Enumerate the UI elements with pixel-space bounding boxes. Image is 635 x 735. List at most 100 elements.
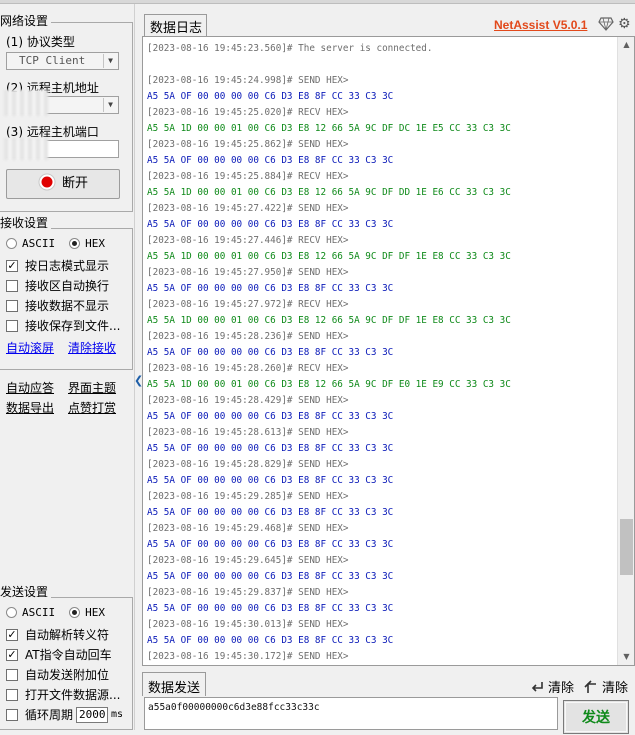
log-line-send: A5 5A OF 00 00 00 00 C6 D3 E8 8F CC 33 C… [147, 91, 394, 102]
log-line-recv: A5 5A 1D 00 00 01 00 C6 D3 E8 12 66 5A 9… [147, 315, 511, 326]
log-line-send: A5 5A OF 00 00 00 00 C6 D3 E8 8F CC 33 C… [147, 539, 394, 550]
log-line-send: A5 5A OF 00 00 00 00 C6 D3 E8 8F CC 33 C… [147, 603, 394, 614]
log-line-recv: A5 5A 1D 00 00 01 00 C6 D3 E8 12 66 5A 9… [147, 251, 511, 262]
auto-scroll-link[interactable]: 自动滚屏 [6, 339, 54, 356]
save-to-file-checkbox[interactable] [6, 319, 18, 332]
save-to-file-option[interactable]: 接收保存到文件... [6, 317, 120, 334]
log-mode-option[interactable]: ✓ 按日志模式显示 [6, 257, 109, 274]
receive-encoding-group: ASCII HEX [6, 237, 119, 250]
log-line-meta: [2023-08-16 19:45:29.645]# SEND HEX> [147, 555, 349, 566]
like-tip-link[interactable]: 点赞打赏 [68, 399, 116, 416]
ui-theme-link[interactable]: 界面主题 [68, 379, 116, 396]
log-line-meta: [2023-08-16 19:45:29.468]# SEND HEX> [147, 523, 349, 534]
clear-history-label: 清除 [602, 681, 629, 696]
log-line-recv: A5 5A 1D 00 00 01 00 C6 D3 E8 12 66 5A 9… [147, 187, 511, 198]
cycle-period-input[interactable]: 2000 [76, 706, 109, 723]
send-ascii-radio[interactable] [6, 607, 17, 618]
receive-hex-label: HEX [85, 237, 105, 250]
log-line-send: A5 5A OF 00 00 00 00 C6 D3 E8 8F CC 33 C… [147, 347, 394, 358]
receive-hex-radio[interactable] [69, 238, 81, 249]
log-line-meta: [2023-08-16 19:45:30.172]# SEND HEX> [147, 651, 349, 662]
gear-icon[interactable]: ⚙ [618, 16, 631, 32]
panel-splitter[interactable] [134, 4, 142, 730]
at-auto-crlf-checkbox[interactable]: ✓ [6, 648, 18, 661]
auto-wrap-checkbox[interactable] [6, 279, 18, 292]
disconnect-label: 断开 [61, 176, 88, 191]
data-export-link[interactable]: 数据导出 [6, 399, 54, 416]
right-panel: 数据日志 NetAssist V5.0.1 ⚙ [2023-08-16 19:4… [142, 4, 635, 734]
send-input[interactable]: a55a0f00000000c6d3e88fcc33c33c [144, 697, 558, 730]
log-line-meta: [2023-08-16 19:45:25.884]# RECV HEX> [147, 171, 349, 182]
log-line-meta: [2023-08-16 19:45:28.260]# RECV HEX> [147, 363, 349, 374]
return-arrow-icon [531, 682, 543, 692]
disconnect-button[interactable]: 断开 [6, 169, 120, 199]
log-line-send: A5 5A OF 00 00 00 00 C6 D3 E8 8F CC 33 C… [147, 475, 394, 486]
remote-host-redacted [4, 90, 48, 116]
log-line-meta: [2023-08-16 19:45:28.236]# SEND HEX> [147, 331, 349, 342]
log-line-send: A5 5A OF 00 00 00 00 C6 D3 E8 8F CC 33 C… [147, 571, 394, 582]
protocol-label: (1) 协议类型 [6, 35, 75, 49]
log-line-send: A5 5A OF 00 00 00 00 C6 D3 E8 8F CC 33 C… [147, 635, 394, 646]
log-line-meta: [2023-08-16 19:45:28.429]# SEND HEX> [147, 395, 349, 406]
cycle-period-unit: ms [111, 709, 124, 720]
auto-append-label: 自动发送附加位 [25, 668, 110, 682]
auto-wrap-option[interactable]: 接收区自动换行 [6, 277, 109, 294]
open-file-source-option[interactable]: 打开文件数据源... [6, 686, 120, 703]
receive-ascii-radio[interactable] [6, 238, 17, 249]
clear-receive-link[interactable]: 清除接收 [68, 339, 116, 356]
auto-append-checkbox[interactable] [6, 668, 18, 681]
record-icon [38, 173, 56, 191]
parse-escape-label: 自动解析转义符 [25, 628, 110, 642]
brand-link[interactable]: NetAssist V5.0.1 [494, 18, 587, 32]
tab-data-send[interactable]: 数据发送 [142, 672, 207, 696]
log-line-meta: [2023-08-16 19:45:27.446]# RECV HEX> [147, 235, 349, 246]
log-line-meta: [2023-08-16 19:45:25.020]# RECV HEX> [147, 107, 349, 118]
log-line-meta: [2023-08-16 19:45:28.613]# SEND HEX> [147, 427, 349, 438]
left-panel: 网络设置 (1) 协议类型 TCP Client ▼ (2) 远程主机地址 ▼ … [0, 4, 134, 730]
undo-arrow-icon [584, 680, 596, 693]
log-line-send: A5 5A OF 00 00 00 00 C6 D3 E8 8F CC 33 C… [147, 507, 394, 518]
send-header: 数据发送 清除 清除 [142, 669, 635, 697]
log-line-meta: [2023-08-16 19:45:29.837]# SEND HEX> [147, 587, 349, 598]
log-mode-checkbox[interactable]: ✓ [6, 259, 18, 272]
open-file-source-checkbox[interactable] [6, 688, 18, 701]
send-encoding-group: ASCII HEX [6, 606, 119, 619]
log-line-meta: [2023-08-16 19:45:24.998]# SEND HEX> [147, 75, 349, 86]
protocol-select[interactable]: TCP Client ▼ [6, 52, 119, 70]
parse-escape-checkbox[interactable]: ✓ [6, 628, 18, 641]
cycle-period-label: 循环周期 [25, 708, 74, 722]
at-auto-crlf-option[interactable]: ✓ AT指令自动回车 [6, 646, 112, 663]
hide-received-label: 接收数据不显示 [25, 299, 110, 313]
parse-escape-option[interactable]: ✓ 自动解析转义符 [6, 626, 109, 643]
scroll-down-icon[interactable]: ▼ [618, 649, 634, 665]
cycle-period-option[interactable]: 循环周期 2000 ms [6, 706, 123, 723]
clear-send-label: 清除 [548, 681, 575, 696]
log-mode-label: 按日志模式显示 [25, 259, 110, 273]
tab-data-log[interactable]: 数据日志 [144, 14, 208, 36]
log-line-send: A5 5A OF 00 00 00 00 C6 D3 E8 8F CC 33 C… [147, 155, 394, 166]
chevron-left-icon[interactable]: ❮ [134, 374, 143, 387]
hide-received-option[interactable]: 接收数据不显示 [6, 297, 109, 314]
chevron-down-icon: ▼ [103, 98, 117, 112]
send-hex-radio[interactable] [69, 607, 81, 618]
auto-reply-link[interactable]: 自动应答 [6, 379, 54, 396]
log-line-recv: A5 5A 1D 00 00 01 00 C6 D3 E8 12 66 5A 9… [147, 379, 511, 390]
log-scrollbar[interactable]: ▲ ▼ [617, 37, 634, 665]
log-line-meta: [2023-08-16 19:45:29.285]# SEND HEX> [147, 491, 349, 502]
clear-send-tool[interactable]: 清除 [530, 677, 574, 696]
cycle-period-checkbox[interactable] [6, 708, 18, 721]
scroll-up-icon[interactable]: ▲ [618, 37, 634, 53]
send-button[interactable]: 发送 [563, 700, 629, 734]
receive-ascii-label: ASCII [22, 237, 56, 250]
clear-history-tool[interactable]: 清除 [584, 677, 628, 696]
log-line-meta: [2023-08-16 19:45:25.862]# SEND HEX> [147, 139, 349, 150]
auto-append-option[interactable]: 自动发送附加位 [6, 666, 109, 683]
log-line-meta: [2023-08-16 19:45:27.422]# SEND HEX> [147, 203, 349, 214]
send-hex-label: HEX [85, 606, 105, 619]
data-log-area[interactable]: [2023-08-16 19:45:23.560]# The server is… [142, 36, 635, 666]
log-line-meta: [2023-08-16 19:45:27.950]# SEND HEX> [147, 267, 349, 278]
hide-received-checkbox[interactable] [6, 299, 18, 312]
log-line-send: A5 5A OF 00 00 00 00 C6 D3 E8 8F CC 33 C… [147, 283, 394, 294]
gem-icon[interactable] [598, 17, 614, 35]
scroll-thumb[interactable] [620, 519, 633, 575]
